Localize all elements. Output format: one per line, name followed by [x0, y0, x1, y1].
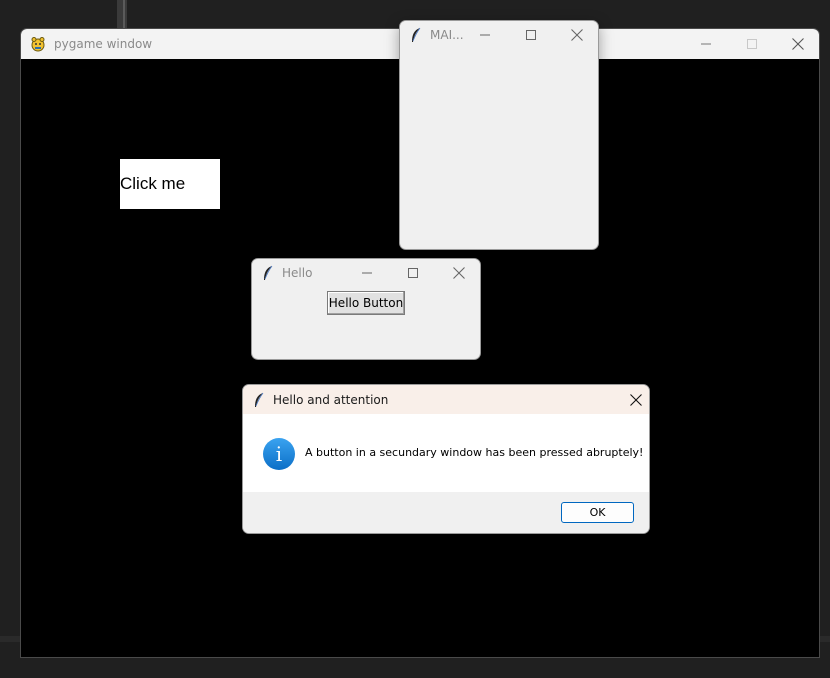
close-icon: [630, 393, 642, 406]
dialog-titlebar[interactable]: Hello and attention: [243, 385, 649, 414]
hello-maximize-button[interactable]: [390, 259, 436, 287]
main-window-title: MAI...: [430, 28, 464, 42]
minimize-button[interactable]: [683, 29, 729, 59]
click-me-button[interactable]: Click me: [120, 159, 220, 209]
dialog-title: Hello and attention: [273, 392, 389, 407]
close-icon: [792, 38, 804, 50]
hello-window-title: Hello: [282, 266, 313, 280]
feather-icon: [412, 27, 421, 42]
dialog-close-button[interactable]: [613, 385, 649, 414]
main-maximize-button[interactable]: [508, 21, 554, 49]
minimize-icon: [480, 34, 490, 36]
hello-window-titlebar[interactable]: Hello: [252, 259, 480, 287]
main-window-titlebar[interactable]: MAI...: [400, 21, 598, 49]
dialog-message: A button in a secundary window has been …: [305, 446, 644, 459]
hello-minimize-button[interactable]: [344, 259, 390, 287]
hello-close-button[interactable]: [436, 259, 480, 287]
hello-window: Hello Hello Button: [251, 258, 481, 360]
minimize-icon: [701, 43, 711, 45]
close-button[interactable]: [775, 29, 819, 59]
main-close-button[interactable]: [554, 21, 598, 49]
desktop-decoration-line: [123, 0, 125, 28]
dialog-body: i A button in a secundary window has bee…: [243, 414, 649, 493]
maximize-icon: [526, 30, 536, 40]
info-icon: i: [263, 438, 295, 470]
close-icon: [453, 267, 465, 279]
maximize-icon: [747, 39, 757, 49]
pygame-logo-icon: [30, 36, 46, 52]
pygame-window-title: pygame window: [54, 37, 153, 51]
main-minimize-button[interactable]: [462, 21, 508, 49]
feather-icon: [255, 392, 264, 407]
desktop-decoration: [117, 0, 127, 28]
feather-icon: [264, 265, 273, 280]
info-dialog: Hello and attention i A button in a secu…: [242, 384, 650, 534]
main-window: MAI...: [399, 20, 599, 250]
maximize-icon: [408, 268, 418, 278]
ok-button[interactable]: OK: [561, 502, 634, 523]
maximize-button[interactable]: [729, 29, 775, 59]
minimize-icon: [362, 272, 372, 274]
close-icon: [571, 29, 583, 41]
hello-button[interactable]: Hello Button: [327, 291, 405, 315]
dialog-footer: OK: [243, 492, 649, 533]
